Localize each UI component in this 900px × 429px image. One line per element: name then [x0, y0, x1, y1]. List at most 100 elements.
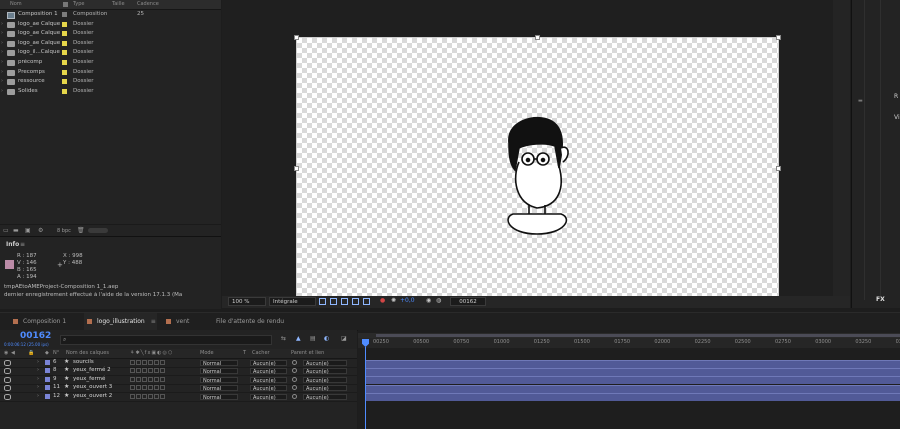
eye-icon[interactable]: [4, 368, 11, 375]
label-icon[interactable]: [63, 2, 68, 7]
expand-arrow-icon[interactable]: ›: [1, 40, 3, 46]
track-matte-dropdown[interactable]: Aucun(e): [250, 368, 287, 375]
eye-icon[interactable]: [4, 385, 11, 392]
label-color-swatch[interactable]: [62, 31, 67, 37]
region-of-interest-icon[interactable]: [319, 298, 326, 305]
pick-whip-icon[interactable]: [292, 368, 297, 374]
project-item[interactable]: › Solides Dossier: [0, 87, 221, 97]
layer-switches[interactable]: [130, 360, 170, 365]
column-layer-name[interactable]: Nom des calques: [66, 350, 109, 356]
layer-name[interactable]: sourcils: [73, 359, 94, 365]
layer-switches[interactable]: [130, 385, 170, 391]
track-matte-dropdown[interactable]: Aucun(e): [250, 393, 287, 401]
thumbnail-slider[interactable]: [88, 228, 108, 233]
expand-arrow-icon[interactable]: ›: [37, 359, 39, 365]
layer-duration-bar[interactable]: [366, 376, 900, 385]
layer-name[interactable]: yeux_ouvert 3: [73, 384, 112, 390]
expand-arrow-icon[interactable]: ›: [37, 367, 39, 373]
transform-handle[interactable]: [294, 166, 299, 171]
tab-vent[interactable]: vent: [163, 313, 206, 330]
project-item[interactable]: › précomp Dossier: [0, 58, 221, 68]
track-matte-dropdown[interactable]: Aucun(e): [250, 385, 287, 392]
layer-duration-bar[interactable]: [366, 393, 900, 402]
new-composition-icon[interactable]: ▣: [25, 227, 31, 234]
snapshot-icon[interactable]: ◉: [426, 297, 431, 304]
blend-mode-dropdown[interactable]: Normal: [200, 368, 238, 375]
blend-mode-dropdown[interactable]: Normal: [200, 393, 238, 401]
layer-duration-bar[interactable]: [366, 359, 900, 368]
expand-arrow-icon[interactable]: ›: [1, 30, 3, 36]
viewer-timecode[interactable]: 00162: [450, 297, 486, 306]
layer-label-swatch[interactable]: [45, 385, 50, 391]
pick-whip-icon[interactable]: [292, 393, 297, 399]
expand-arrow-icon[interactable]: ›: [1, 88, 3, 94]
project-item[interactable]: › logo_ae Calques Dossier: [0, 29, 221, 39]
viewer-scrollbar[interactable]: [833, 0, 850, 308]
parent-dropdown[interactable]: Aucun(e): [303, 393, 347, 401]
timeline-timecode[interactable]: 00162: [20, 331, 51, 341]
layer-label-swatch[interactable]: [45, 360, 50, 365]
layer-name[interactable]: yeux_fermé 2: [73, 367, 111, 373]
layer-label-swatch[interactable]: [45, 376, 50, 382]
label-color-swatch[interactable]: [62, 88, 67, 94]
layer-duration-bar[interactable]: [366, 367, 900, 376]
layer-label-swatch[interactable]: [45, 393, 50, 399]
transparency-grid-icon[interactable]: [330, 298, 337, 305]
expand-arrow-icon[interactable]: ›: [37, 393, 39, 399]
layer-search-input[interactable]: ⌕: [60, 335, 272, 345]
expand-arrow-icon[interactable]: ›: [37, 384, 39, 390]
eye-icon[interactable]: [4, 360, 11, 366]
panel-menu-icon[interactable]: ≡: [151, 318, 156, 325]
label-color-swatch[interactable]: [62, 40, 67, 46]
tab-render-queue[interactable]: File d'attente de rendu: [216, 313, 286, 330]
composition-canvas[interactable]: [294, 35, 781, 298]
audio-column-icon[interactable]: ◀: [11, 350, 15, 356]
layer-duration-bar[interactable]: [366, 384, 900, 393]
pick-whip-icon[interactable]: [292, 360, 297, 365]
column-mode[interactable]: Mode: [200, 350, 214, 356]
transform-handle[interactable]: [535, 35, 540, 40]
label-color-swatch[interactable]: [62, 79, 67, 85]
project-item[interactable]: › logo_ae Calques Dossier: [0, 20, 221, 30]
expand-arrow-icon[interactable]: ›: [1, 69, 3, 75]
channels-icon[interactable]: [363, 298, 370, 305]
column-t[interactable]: T: [243, 350, 246, 356]
project-item[interactable]: › ressource Dossier: [0, 77, 221, 87]
grid-icon[interactable]: [352, 298, 359, 305]
show-snapshot-icon[interactable]: ◍: [436, 297, 441, 304]
label-color-swatch[interactable]: [62, 69, 67, 75]
layer-switches[interactable]: [130, 368, 170, 374]
column-type[interactable]: Type: [73, 1, 84, 7]
project-item[interactable]: › logo_ae Calques Dossier: [0, 39, 221, 49]
layer-label-swatch[interactable]: [45, 368, 50, 374]
transform-handle[interactable]: [776, 166, 781, 171]
switches-column-icons[interactable]: ⚘✱╲fx▣◐◎⬡: [130, 350, 173, 356]
parent-dropdown[interactable]: Aucun(e): [303, 360, 347, 367]
column-parent[interactable]: Parent et lien: [291, 350, 324, 356]
zoom-dropdown[interactable]: 100 %: [228, 297, 266, 306]
transform-handle[interactable]: [776, 35, 781, 40]
interpret-footage-icon[interactable]: ▭: [3, 227, 9, 234]
eye-icon[interactable]: [4, 393, 11, 400]
work-area-range[interactable]: [376, 334, 900, 337]
column-rate[interactable]: Cadence: [137, 1, 159, 7]
layer-row[interactable]: › 12 ★ yeux_ouvert 2 Normal Aucun(e) Aucun(e): [0, 392, 357, 402]
exposure-value[interactable]: +0,0: [400, 297, 415, 304]
mask-visibility-icon[interactable]: [341, 298, 348, 305]
parent-dropdown[interactable]: Aucun(e): [303, 376, 347, 384]
lock-column-icon[interactable]: 🔒: [28, 350, 34, 356]
label-column-icon[interactable]: ◆: [45, 350, 49, 356]
expand-arrow-icon[interactable]: ›: [1, 78, 3, 84]
column-number[interactable]: N°: [53, 350, 59, 356]
color-management-icon[interactable]: ●: [380, 297, 385, 304]
project-item[interactable]: › Precomps Dossier: [0, 68, 221, 78]
expand-arrow-icon[interactable]: ›: [1, 59, 3, 65]
resolution-dropdown[interactable]: Intégrale: [269, 297, 316, 306]
blend-mode-dropdown[interactable]: Normal: [200, 385, 238, 392]
transform-handle[interactable]: [294, 35, 299, 40]
draft-3d-icon[interactable]: ▲: [296, 335, 301, 342]
column-name[interactable]: Nom: [10, 1, 22, 7]
track-matte-dropdown[interactable]: Aucun(e): [250, 360, 287, 367]
comp-flowchart-icon[interactable]: ⇆: [281, 335, 286, 342]
tab-composition-1[interactable]: Composition 1: [10, 313, 83, 330]
